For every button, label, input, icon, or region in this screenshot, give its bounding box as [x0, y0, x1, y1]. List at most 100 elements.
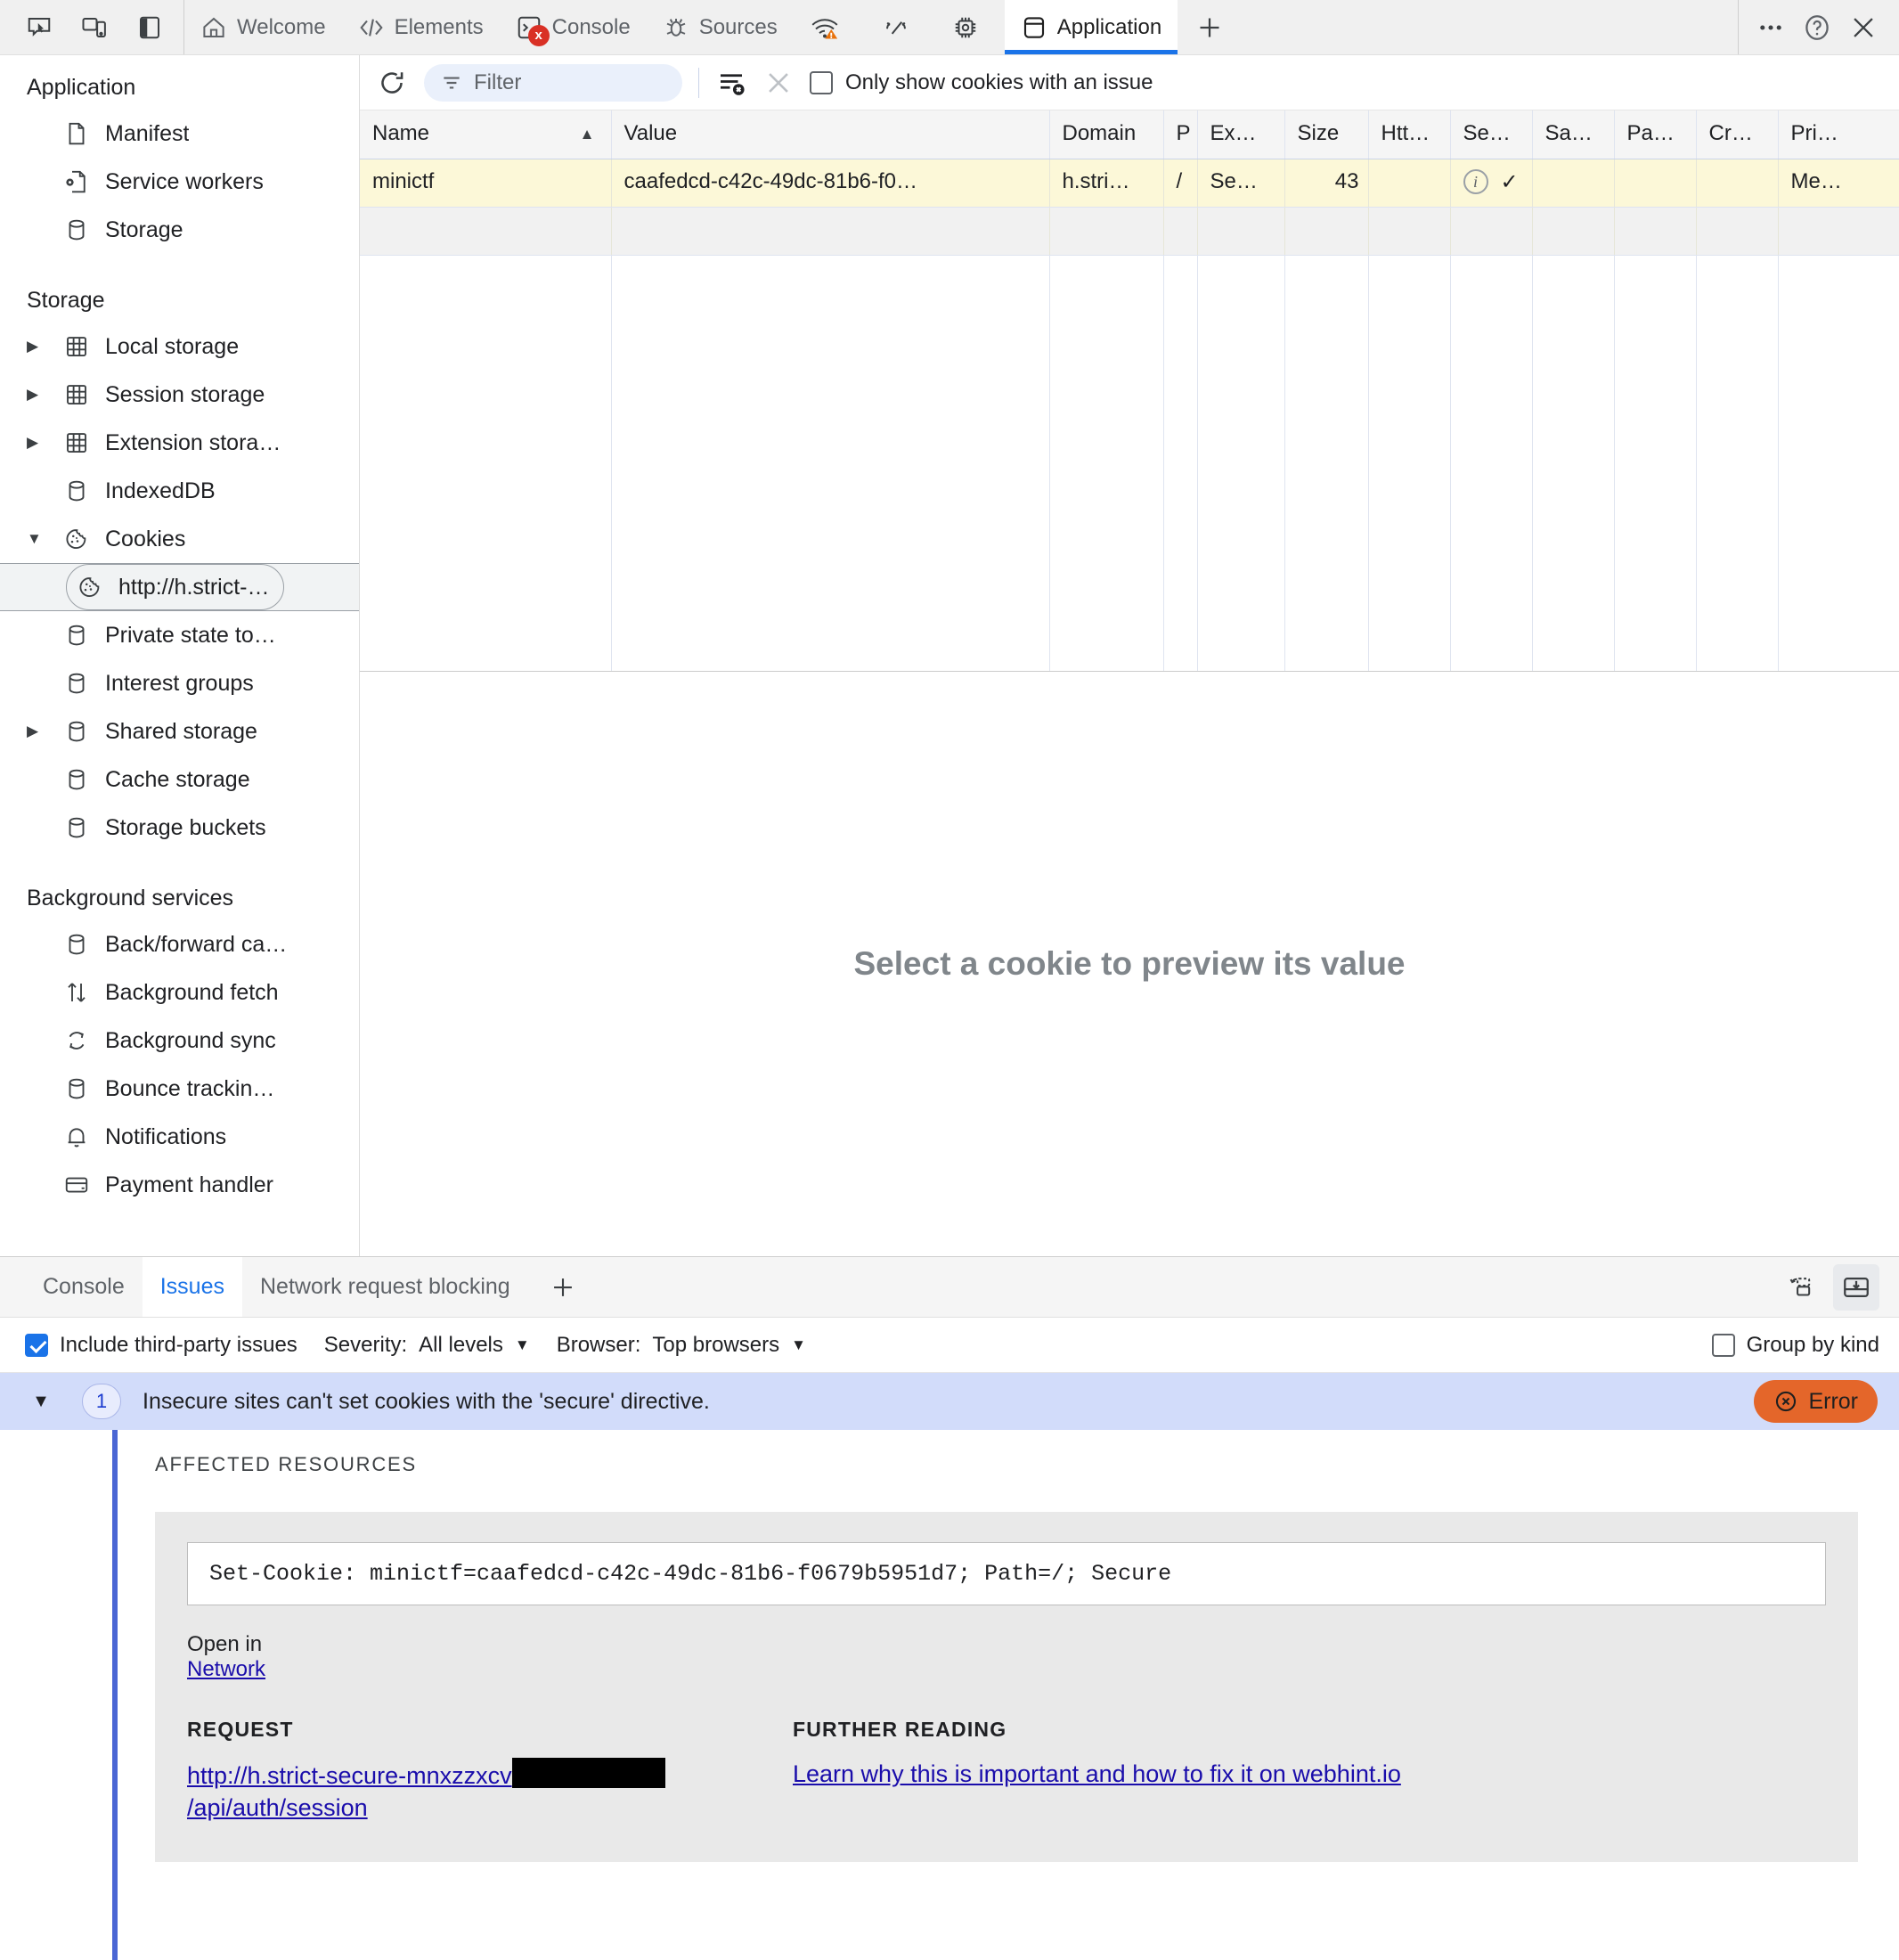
- tab-application[interactable]: Application: [1004, 0, 1178, 54]
- empty-cell: [1284, 207, 1369, 256]
- request-url-link[interactable]: http://h.strict-secure-mnxzzxcv/api/auth…: [187, 1758, 665, 1821]
- sidebar-item-cookie-origin[interactable]: http://h.strict-…: [0, 563, 359, 611]
- performance-gauge-icon: [882, 14, 910, 41]
- column-header-secure[interactable]: Se…: [1450, 110, 1533, 159]
- clear-all-cookies-icon[interactable]: [715, 67, 747, 99]
- filler-cell: [1284, 255, 1369, 671]
- drawer-tab-console[interactable]: Console: [25, 1257, 143, 1317]
- checkbox-box[interactable]: [25, 1333, 48, 1357]
- column-header-cross-site[interactable]: Cr…: [1696, 110, 1779, 159]
- sync-arrows-icon: [57, 1027, 96, 1054]
- column-header-partition-key[interactable]: Pa…: [1614, 110, 1697, 159]
- close-icon[interactable]: [1844, 8, 1883, 47]
- sidebar-item-background-fetch[interactable]: Background fetch: [0, 968, 359, 1017]
- cookies-table-container[interactable]: Name ▲ Value Domain P Ex… Size Htt… Se… …: [360, 110, 1899, 672]
- severity-filter-dropdown[interactable]: Severity: All levels ▼: [324, 1333, 530, 1358]
- sidebar-item-interest-groups[interactable]: Interest groups: [0, 659, 359, 707]
- sidebar-item-cookies[interactable]: ▼ Cookies: [0, 515, 359, 563]
- sidebar-item-cache-storage[interactable]: Cache storage: [0, 755, 359, 804]
- column-header-samesite[interactable]: Sa…: [1532, 110, 1615, 159]
- browser-filter-dropdown[interactable]: Browser: Top browsers ▼: [557, 1333, 806, 1358]
- sidebar-item-background-sync[interactable]: Background sync: [0, 1017, 359, 1065]
- secure-checkmark: ✓: [1500, 169, 1519, 194]
- tab-performance[interactable]: [866, 0, 936, 54]
- column-header-httponly[interactable]: Htt…: [1368, 110, 1451, 159]
- sidebar-item-manifest[interactable]: Manifest: [0, 110, 359, 158]
- issue-details: AFFECTED RESOURCES Set-Cookie: minictf=c…: [0, 1430, 1899, 1960]
- sidebar-item-session-storage[interactable]: ▶ Session storage: [0, 371, 359, 419]
- add-panel-button[interactable]: [1178, 0, 1242, 54]
- device-toolbar-icon[interactable]: [75, 8, 114, 47]
- further-reading-link[interactable]: Learn why this is important and how to f…: [793, 1760, 1401, 1787]
- chevron-right-icon[interactable]: ▶: [27, 386, 57, 404]
- devtools-drawer: Console Issues Network request blocking: [0, 1256, 1899, 1960]
- filler-cell: [1197, 255, 1285, 671]
- restore-drawer-icon[interactable]: [1778, 1264, 1824, 1311]
- tab-console[interactable]: x Console: [500, 0, 647, 54]
- sidebar-item-shared-storage[interactable]: ▶ Shared storage: [0, 707, 359, 755]
- sidebar-item-label: Private state to…: [105, 622, 276, 648]
- chevron-right-icon[interactable]: ▶: [27, 723, 57, 740]
- column-header-name[interactable]: Name ▲: [360, 110, 612, 159]
- sidebar-item-extension-storage[interactable]: ▶ Extension stora…: [0, 419, 359, 467]
- checkbox-box[interactable]: [810, 70, 833, 94]
- table-empty-row[interactable]: [360, 207, 1899, 256]
- sidebar-item-bounce-tracking[interactable]: Bounce trackin…: [0, 1065, 359, 1113]
- column-header-path[interactable]: P: [1163, 110, 1198, 159]
- tab-network[interactable]: [794, 0, 866, 54]
- further-reading-heading: FURTHER READING: [793, 1718, 1007, 1741]
- filter-icon: [444, 77, 460, 88]
- info-circle-icon[interactable]: i: [1463, 169, 1488, 194]
- inspect-icon[interactable]: [20, 8, 59, 47]
- chevron-down-icon[interactable]: ▼: [0, 1392, 82, 1412]
- set-cookie-code[interactable]: Set-Cookie: minictf=caafedcd-c42c-49dc-8…: [187, 1542, 1826, 1605]
- application-panel-icon: [1021, 14, 1047, 41]
- chevron-down-icon[interactable]: ▼: [27, 530, 57, 548]
- group-by-kind-checkbox[interactable]: Group by kind: [1711, 1333, 1879, 1358]
- sidebar-item-notifications[interactable]: Notifications: [0, 1113, 359, 1161]
- issue-header[interactable]: ▼ 1 Insecure sites can't set cookies wit…: [0, 1373, 1899, 1430]
- only-show-issues-checkbox[interactable]: Only show cookies with an issue: [810, 70, 1153, 95]
- sidebar-item-local-storage[interactable]: ▶ Local storage: [0, 323, 359, 371]
- sidebar-item-payment-handler[interactable]: Payment handler: [0, 1161, 359, 1209]
- filler-cell: [1049, 255, 1164, 671]
- checkbox-box[interactable]: [1711, 1333, 1735, 1357]
- column-header-value[interactable]: Value: [611, 110, 1050, 159]
- sidebar-item-label: Interest groups: [105, 670, 254, 696]
- delete-selected-cookie-icon[interactable]: [763, 68, 794, 98]
- sidebar-item-back-forward-cache[interactable]: Back/forward ca…: [0, 920, 359, 968]
- open-in-network-link[interactable]: Network: [187, 1657, 1826, 1682]
- sidebar-item-storage[interactable]: Storage: [0, 206, 359, 254]
- column-header-size[interactable]: Size: [1284, 110, 1369, 159]
- table-row[interactable]: minictf caafedcd-c42c-49dc-81b6-f0… h.st…: [360, 159, 1899, 208]
- filter-input[interactable]: Filter: [424, 63, 682, 102]
- more-options-icon[interactable]: [1751, 8, 1790, 47]
- add-drawer-tab-button[interactable]: [528, 1257, 598, 1317]
- cell-priority: Me…: [1778, 159, 1899, 208]
- column-header-expires[interactable]: Ex…: [1197, 110, 1285, 159]
- home-icon: [200, 14, 227, 41]
- tab-elements[interactable]: Elements: [342, 0, 500, 54]
- sidebar-item-private-state-tokens[interactable]: Private state to…: [0, 611, 359, 659]
- panel-layout-icon[interactable]: [130, 8, 169, 47]
- database-icon: [57, 931, 96, 958]
- chevron-right-icon[interactable]: ▶: [27, 434, 57, 452]
- sidebar-item-storage-buckets[interactable]: Storage buckets: [0, 804, 359, 852]
- tab-welcome[interactable]: Welcome: [184, 0, 342, 54]
- tab-memory[interactable]: [936, 0, 1005, 54]
- drawer-tab-issues[interactable]: Issues: [142, 1257, 242, 1317]
- sidebar-item-service-workers[interactable]: Service workers: [0, 158, 359, 206]
- column-header-priority[interactable]: Pri…: [1778, 110, 1899, 159]
- sidebar-item-label: Cache storage: [105, 766, 250, 792]
- refresh-icon[interactable]: [376, 67, 408, 99]
- drawer-tab-network-request-blocking[interactable]: Network request blocking: [242, 1257, 528, 1317]
- dock-to-bottom-icon[interactable]: [1833, 1263, 1879, 1311]
- column-header-domain[interactable]: Domain: [1049, 110, 1164, 159]
- tab-sources[interactable]: Sources: [647, 0, 794, 54]
- error-circle-x-icon: [1776, 1391, 1797, 1412]
- help-icon[interactable]: [1797, 8, 1837, 47]
- chevron-right-icon[interactable]: ▶: [27, 338, 57, 355]
- include-third-party-issues-checkbox[interactable]: Include third-party issues: [25, 1333, 297, 1358]
- cookie-preview-pane: Select a cookie to preview its value: [360, 672, 1899, 1256]
- sidebar-item-indexeddb[interactable]: IndexedDB: [0, 467, 359, 515]
